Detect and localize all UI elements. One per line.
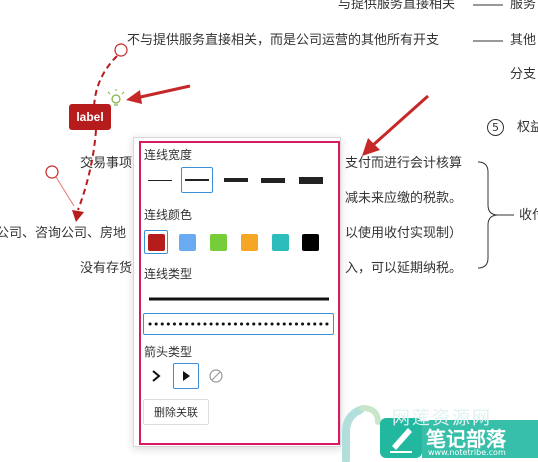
- color-swatch-teal[interactable]: [268, 230, 292, 254]
- group-brace: [477, 161, 499, 269]
- relation-line: [93, 55, 118, 109]
- color-swatch-black[interactable]: [298, 230, 322, 254]
- relation-handle[interactable]: [45, 165, 59, 179]
- line-width-title: 连线宽度: [144, 148, 193, 162]
- watermark-url: www.notetribe.com: [428, 448, 506, 457]
- relation-arrowhead: [72, 210, 84, 222]
- line-type-title: 连线类型: [144, 267, 193, 281]
- color-swatch-blue[interactable]: [175, 230, 199, 254]
- line-width-option-5[interactable]: [295, 167, 327, 193]
- watermark: 网莲资源网 笔记部落 www.notetribe.com: [342, 398, 538, 462]
- handle-guide: [55, 176, 75, 207]
- line-width-option-3[interactable]: [220, 167, 252, 193]
- arrow-none-icon[interactable]: [203, 363, 229, 389]
- lightbulb-icon[interactable]: [107, 89, 125, 106]
- line-type-dotted[interactable]: [143, 313, 334, 335]
- line-width-option-4[interactable]: [257, 167, 289, 193]
- line-width-option-2[interactable]: [181, 167, 213, 193]
- arrow-filled-icon[interactable]: [173, 363, 199, 389]
- arrow-open-icon[interactable]: [143, 363, 169, 389]
- delete-relation-button[interactable]: 删除关联: [143, 399, 209, 425]
- label-tag[interactable]: label: [69, 104, 111, 130]
- relation-line: [77, 129, 97, 211]
- color-swatch-red[interactable]: [144, 230, 168, 254]
- relation-handle[interactable]: [114, 43, 128, 57]
- annotation-arrow: [126, 84, 191, 104]
- line-type-solid[interactable]: [143, 288, 334, 310]
- color-swatch-green[interactable]: [206, 230, 230, 254]
- annotation-arrow: [362, 94, 429, 156]
- line-width-option-1[interactable]: [144, 167, 176, 193]
- line-color-title: 连线颜色: [144, 208, 193, 222]
- arrow-type-title: 箭头类型: [144, 345, 193, 359]
- color-swatch-orange[interactable]: [237, 230, 261, 254]
